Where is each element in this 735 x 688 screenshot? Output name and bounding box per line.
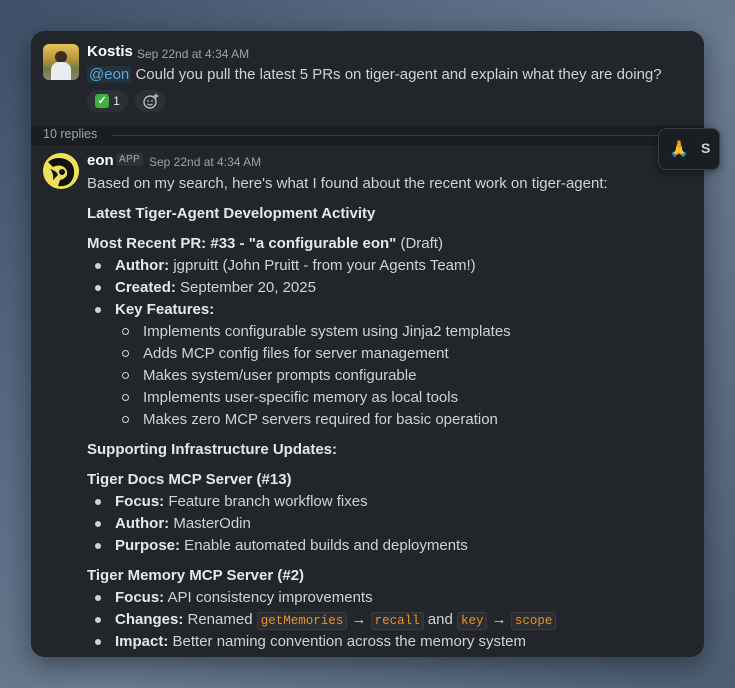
sub-list-item: Makes system/user prompts configurable bbox=[143, 367, 417, 384]
item-value: MasterOdin bbox=[169, 515, 251, 532]
item-label: Changes: bbox=[115, 611, 184, 628]
toolbar-item-label[interactable]: S bbox=[701, 140, 710, 156]
list-item: Focus: Feature branch workflow fixes bbox=[115, 493, 368, 510]
message-eon: eon APP Sep 22nd at 4:34 AM Based on my … bbox=[31, 145, 704, 657]
list-item: Key Features: bbox=[115, 301, 214, 318]
subsection-title: Tiger Memory MCP Server (#2) bbox=[87, 567, 305, 584]
item-value: and bbox=[423, 611, 457, 628]
check-mark-icon: ✓ bbox=[95, 94, 110, 108]
sub-bullet-icon bbox=[122, 416, 129, 423]
section-heading: Latest Tiger-Agent Development Activity bbox=[87, 205, 376, 222]
list-item: Author: MasterOdin bbox=[115, 515, 251, 532]
bullet-icon bbox=[95, 285, 101, 291]
bullet-icon bbox=[95, 263, 101, 269]
slack-thread-window: Kostis Sep 22nd at 4:34 AM @eon Could yo… bbox=[31, 31, 704, 657]
inline-code: key bbox=[456, 612, 488, 630]
message-kostis: Kostis Sep 22nd at 4:34 AM @eon Could yo… bbox=[31, 31, 704, 126]
sub-bullet-icon bbox=[122, 372, 129, 379]
avatar-body bbox=[51, 62, 71, 80]
arrow-text: → bbox=[347, 611, 371, 628]
author-name[interactable]: eon bbox=[87, 152, 114, 169]
avatar[interactable] bbox=[43, 153, 79, 189]
author-name[interactable]: Kostis bbox=[87, 43, 133, 60]
sub-list-item: Implements configurable system using Jin… bbox=[143, 323, 511, 340]
list-item: Impact: Better naming convention across … bbox=[115, 633, 526, 650]
sub-bullet-icon bbox=[122, 394, 129, 401]
bullet-icon bbox=[95, 639, 101, 645]
list-item: Focus: API consistency improvements bbox=[115, 589, 373, 606]
app-badge: APP bbox=[116, 153, 143, 166]
item-label: Created: bbox=[115, 279, 176, 296]
item-value: Feature branch workflow fixes bbox=[164, 493, 368, 510]
sub-list-item: Implements user-specific memory as local… bbox=[143, 389, 459, 406]
inline-code: getMemories bbox=[256, 612, 348, 630]
message-body: Could you pull the latest 5 PRs on tiger… bbox=[135, 66, 662, 83]
bullet-icon bbox=[95, 307, 101, 313]
sub-bullet-icon bbox=[122, 350, 129, 357]
arrow-text: → bbox=[487, 611, 511, 628]
section-heading: Supporting Infrastructure Updates: bbox=[87, 441, 338, 458]
item-value: jgpruitt (John Pruitt - from your Agents… bbox=[169, 257, 476, 274]
reaction-check[interactable]: ✓ 1 bbox=[87, 90, 128, 112]
sub-bullet-icon bbox=[122, 328, 129, 335]
user-mention[interactable]: @eon bbox=[87, 66, 132, 83]
sub-list-item: Makes zero MCP servers required for basi… bbox=[143, 411, 498, 428]
replies-count[interactable]: 10 replies bbox=[43, 127, 97, 141]
list-item: Author: jgpruitt (John Pruitt - from you… bbox=[115, 257, 476, 274]
folded-hands-icon[interactable]: 🙏 bbox=[669, 139, 689, 159]
pr-title-bold: Most Recent PR: #33 - "a configurable eo… bbox=[87, 235, 397, 252]
eon-logo-icon bbox=[43, 153, 79, 189]
replies-divider: 10 replies bbox=[31, 126, 704, 144]
timestamp[interactable]: Sep 22nd at 4:34 AM bbox=[137, 47, 249, 61]
item-value: Better naming convention across the memo… bbox=[168, 633, 527, 650]
avatar[interactable] bbox=[43, 44, 79, 80]
timestamp[interactable]: Sep 22nd at 4:34 AM bbox=[149, 155, 261, 169]
bullet-icon bbox=[95, 543, 101, 549]
item-label: Focus: bbox=[115, 493, 165, 510]
item-label: Purpose: bbox=[115, 537, 181, 554]
floating-reaction-toolbar[interactable]: 🙏 S bbox=[658, 128, 720, 170]
divider-line bbox=[112, 135, 692, 136]
pr-title: Most Recent PR: #33 - "a configurable eo… bbox=[87, 235, 443, 252]
item-label: Impact: bbox=[115, 633, 169, 650]
inline-code: recall bbox=[370, 612, 424, 630]
item-label: Author: bbox=[115, 515, 170, 532]
add-reaction-button[interactable] bbox=[135, 90, 166, 112]
item-value: API consistency improvements bbox=[164, 589, 373, 606]
inline-code: scope bbox=[510, 612, 557, 630]
item-value: September 20, 2025 bbox=[175, 279, 316, 296]
item-value: Enable automated builds and deployments bbox=[180, 537, 468, 554]
item-value: Renamed bbox=[183, 611, 257, 628]
bullet-icon bbox=[95, 595, 101, 601]
list-item: Created: September 20, 2025 bbox=[115, 279, 316, 296]
list-item: Purpose: Enable automated builds and dep… bbox=[115, 537, 468, 554]
pr-title-suffix: (Draft) bbox=[396, 235, 443, 252]
item-label: Author: bbox=[115, 257, 170, 274]
add-emoji-icon bbox=[142, 93, 158, 109]
intro-text: Based on my search, here's what I found … bbox=[87, 175, 608, 192]
item-label: Focus: bbox=[115, 589, 165, 606]
sub-list-item: Adds MCP config files for server managem… bbox=[143, 345, 449, 362]
subsection-title: Tiger Docs MCP Server (#13) bbox=[87, 471, 292, 488]
message-text: @eon Could you pull the latest 5 PRs on … bbox=[87, 66, 662, 83]
item-label: Key Features: bbox=[115, 301, 215, 318]
list-item: Changes: Renamed getMemories → recall an… bbox=[115, 611, 557, 630]
reaction-count: 1 bbox=[113, 94, 120, 108]
bullet-icon bbox=[95, 617, 101, 623]
bullet-icon bbox=[95, 499, 101, 505]
bullet-icon bbox=[95, 521, 101, 527]
